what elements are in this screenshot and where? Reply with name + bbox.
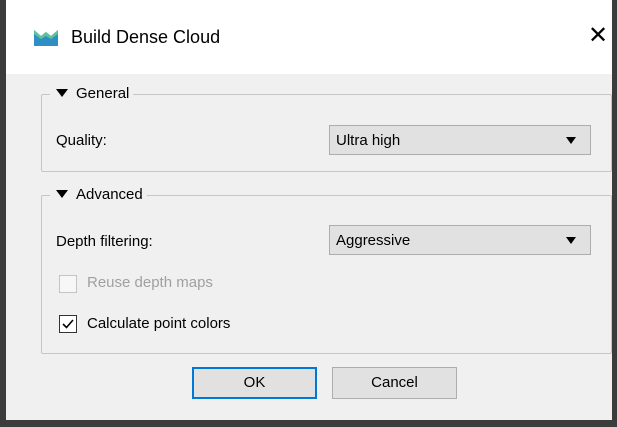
reuse-depth-maps-checkbox[interactable] — [59, 275, 77, 293]
depth-filtering-label: Depth filtering: — [56, 233, 153, 250]
quality-select[interactable]: Ultra high — [329, 125, 591, 155]
general-group-header[interactable]: General — [50, 82, 134, 104]
collapse-triangle-icon — [56, 89, 68, 97]
chevron-down-icon — [566, 237, 576, 244]
metashape-app-icon — [34, 30, 58, 46]
depth-filtering-value: Aggressive — [336, 232, 411, 249]
window-bottom-edge — [0, 420, 617, 427]
cancel-button[interactable]: Cancel — [332, 367, 457, 399]
reuse-depth-maps-label: Reuse depth maps — [87, 274, 213, 291]
general-legend: General — [76, 84, 130, 102]
quality-label: Quality: — [56, 132, 107, 149]
calculate-point-colors-label: Calculate point colors — [87, 315, 231, 332]
collapse-triangle-icon — [56, 190, 68, 198]
dialog-title: Build Dense Cloud — [71, 27, 221, 47]
advanced-group-header[interactable]: Advanced — [50, 183, 147, 205]
window-right-edge — [612, 0, 617, 427]
ok-button[interactable]: OK — [192, 367, 317, 399]
build-dense-cloud-dialog: Build Dense Cloud ✕ General Quality: Ult… — [0, 0, 617, 427]
advanced-legend: Advanced — [76, 185, 143, 203]
close-button[interactable]: ✕ — [582, 20, 614, 52]
checkmark-icon — [62, 319, 74, 329]
depth-filtering-select[interactable]: Aggressive — [329, 225, 591, 255]
quality-value: Ultra high — [336, 132, 401, 149]
title-bar[interactable]: Build Dense Cloud ✕ — [6, 0, 612, 74]
chevron-down-icon — [566, 137, 576, 144]
calculate-point-colors-checkbox[interactable] — [59, 315, 77, 333]
